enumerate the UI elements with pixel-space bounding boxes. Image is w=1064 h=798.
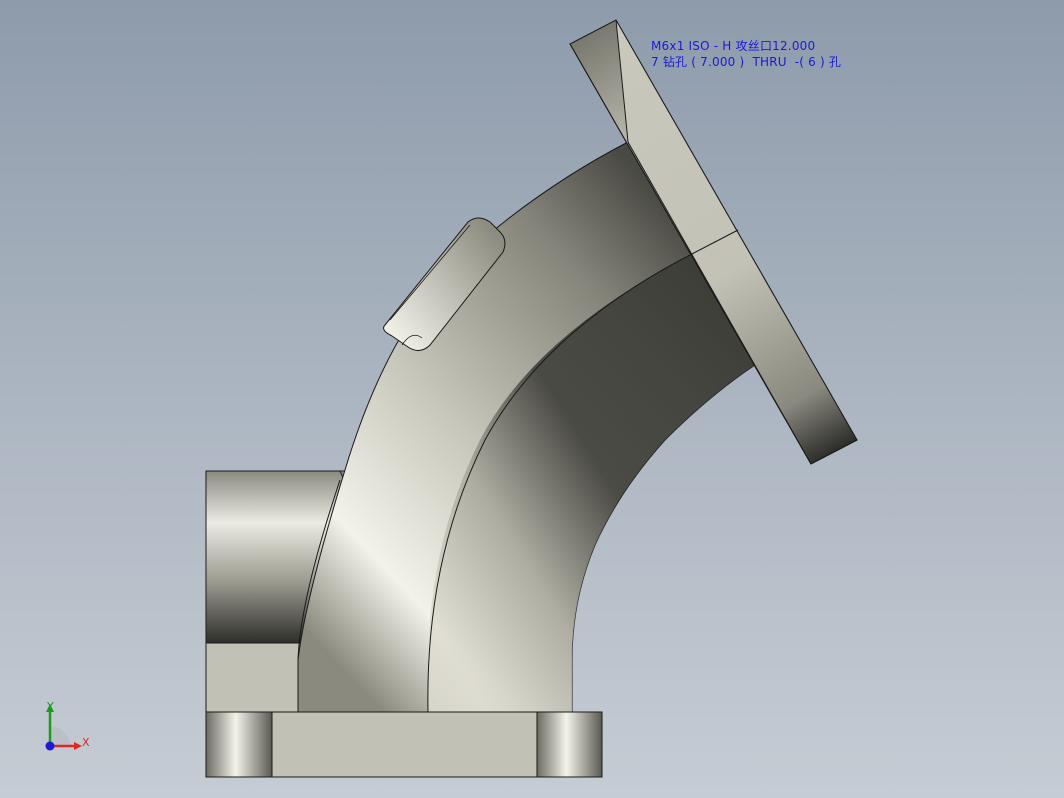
- axis-x-label: X: [82, 736, 90, 749]
- bottom-flange-right-boss: [536, 711, 603, 778]
- lower-block: [205, 642, 302, 714]
- bottom-flange-left-boss: [205, 711, 273, 778]
- hole-callout-line-1[interactable]: M6x1 ISO - H 攻丝口12.000: [651, 38, 815, 54]
- pipe-elbow-model[interactable]: [0, 0, 1064, 798]
- graphics-viewport[interactable]: M6x1 ISO - H 攻丝口12.000 7 钻孔 ( 7.000 ) TH…: [0, 0, 1064, 798]
- axis-x-arrowhead: [74, 742, 82, 750]
- axis-y-label: Y: [47, 700, 54, 713]
- axis-z-dot: [45, 741, 55, 751]
- hole-callout-line-2[interactable]: 7 钻孔 ( 7.000 ) THRU -( 6 ) 孔: [651, 54, 841, 70]
